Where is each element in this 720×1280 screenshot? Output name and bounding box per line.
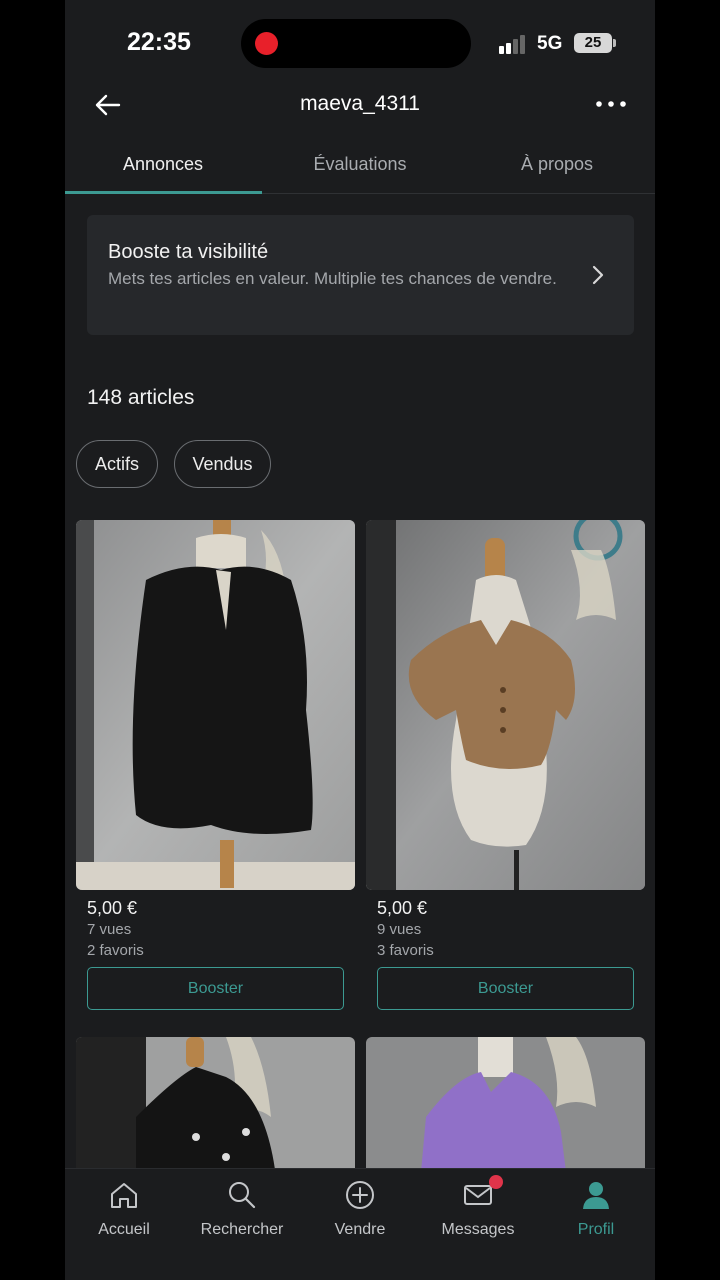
- plus-circle-icon: [346, 1181, 374, 1209]
- network-type: 5G: [537, 33, 563, 54]
- tab-annonces[interactable]: Annonces: [65, 154, 261, 175]
- booster-button[interactable]: Booster: [377, 967, 634, 1010]
- screen: 22:35 5G 25 maeva_4311 Annonces Évaluati…: [65, 0, 655, 1280]
- boost-visibility-card[interactable]: Booste ta visibilité Mets tes articles e…: [87, 215, 634, 335]
- nav-accueil[interactable]: Accueil: [65, 1179, 183, 1239]
- item-photo[interactable]: [76, 1037, 355, 1168]
- battery-icon: 25: [574, 33, 616, 53]
- articles-count: 148 articles: [87, 386, 195, 409]
- profile-header: maeva_4311: [65, 80, 655, 130]
- nav-profil[interactable]: Profil: [537, 1179, 655, 1239]
- nav-vendre[interactable]: Vendre: [301, 1179, 419, 1239]
- tab-evaluations[interactable]: Évaluations: [262, 154, 458, 175]
- tab-a-propos[interactable]: À propos: [459, 154, 655, 175]
- nav-label: Rechercher: [200, 1221, 284, 1238]
- nav-messages[interactable]: Messages: [419, 1175, 537, 1239]
- boost-title: Booste ta visibilité: [108, 241, 269, 263]
- item-views: 7 vues: [87, 921, 132, 938]
- status-bar: 22:35 5G 25: [65, 0, 655, 88]
- profile-username: maeva_4311: [300, 92, 420, 115]
- recording-indicator-icon: [255, 32, 278, 55]
- item-favorites: 3 favoris: [377, 942, 434, 959]
- dynamic-island: [241, 19, 471, 68]
- item-card[interactable]: 5,00 € 7 vues 2 favoris Booster: [76, 520, 355, 1010]
- more-dots-icon[interactable]: [595, 92, 627, 116]
- nav-label: Messages: [441, 1221, 515, 1238]
- status-time: 22:35: [127, 28, 191, 56]
- booster-button[interactable]: Booster: [87, 967, 344, 1010]
- item-price: 5,00 €: [87, 898, 138, 918]
- filter-actifs[interactable]: Actifs: [76, 440, 158, 488]
- item-favorites: 2 favoris: [87, 942, 144, 959]
- item-photo[interactable]: [366, 1037, 645, 1168]
- nav-rechercher[interactable]: Rechercher: [183, 1179, 301, 1239]
- item-price: 5,00 €: [377, 898, 428, 918]
- boost-description: Mets tes articles en valeur. Multiplie t…: [108, 269, 557, 288]
- bottom-navigation: Accueil Rechercher Vendre Messages Profi…: [65, 1168, 655, 1280]
- profile-icon: [583, 1182, 609, 1209]
- nav-label: Profil: [577, 1221, 615, 1238]
- home-icon: [111, 1183, 137, 1208]
- profile-tabs: Annonces Évaluations À propos: [65, 138, 655, 194]
- item-views: 9 vues: [377, 921, 422, 938]
- item-card[interactable]: 5,00 € 9 vues 3 favoris Booster: [366, 520, 645, 1010]
- nav-label: Accueil: [98, 1221, 150, 1238]
- filter-vendus[interactable]: Vendus: [174, 440, 271, 488]
- active-tab-indicator: [65, 191, 262, 194]
- chevron-right-icon: [592, 265, 604, 285]
- search-icon: [229, 1182, 256, 1209]
- item-photo[interactable]: [76, 520, 355, 890]
- notification-badge: [489, 1175, 503, 1189]
- item-photo[interactable]: [366, 520, 645, 890]
- signal-icon: [499, 34, 529, 54]
- nav-label: Vendre: [334, 1221, 386, 1238]
